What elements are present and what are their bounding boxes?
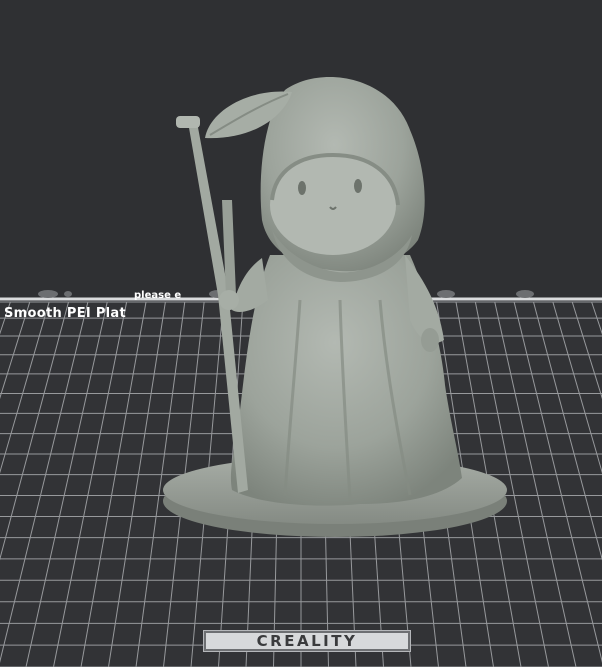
creality-logo-plate: CREALITY — [203, 630, 411, 652]
bed-label-top-text: please e — [134, 290, 182, 301]
bed-plate-name: Smooth PEI Plat — [4, 306, 127, 321]
3d-viewport[interactable] — [0, 0, 602, 667]
